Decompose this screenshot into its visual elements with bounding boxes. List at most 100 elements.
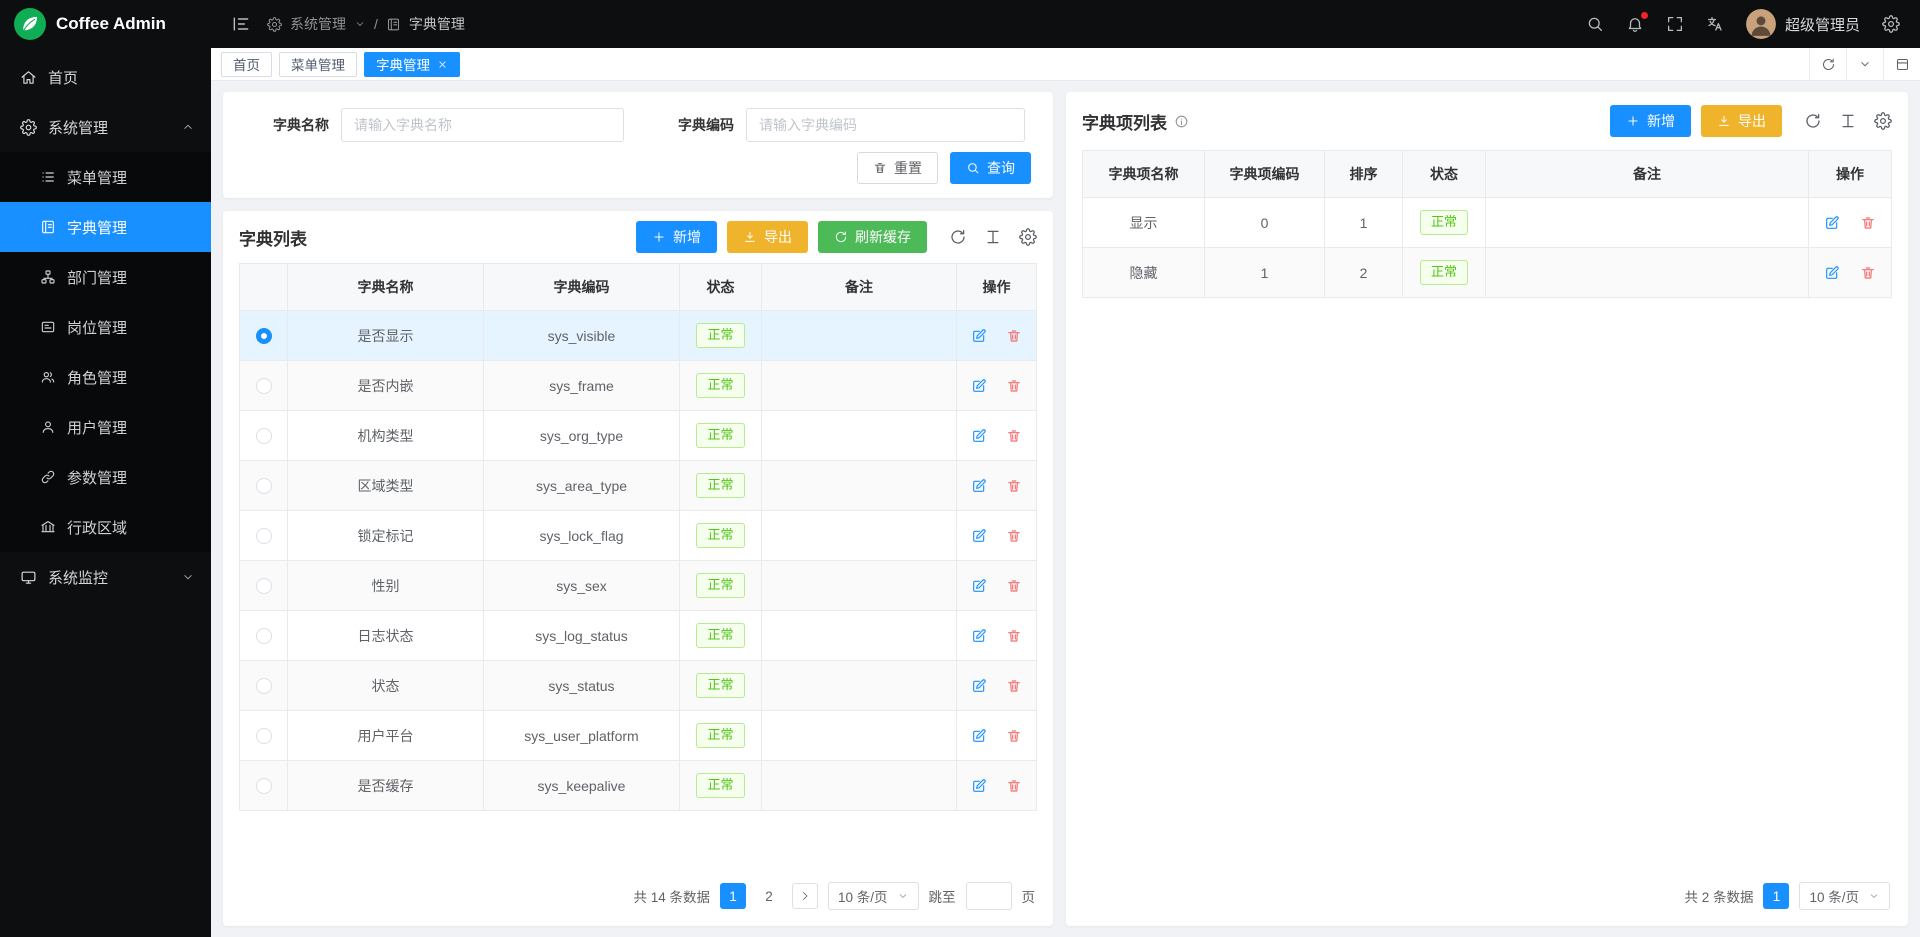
edit-icon[interactable] xyxy=(971,378,987,394)
table-row[interactable]: 锁定标记 sys_lock_flag 正常 xyxy=(240,511,1037,561)
reset-button[interactable]: 重置 xyxy=(857,152,938,184)
tab-dict-mgmt[interactable]: 字典管理 xyxy=(364,52,460,77)
jump-page-input[interactable] xyxy=(966,882,1012,910)
delete-icon[interactable] xyxy=(1006,478,1022,494)
delete-icon[interactable] xyxy=(1860,215,1876,231)
row-radio[interactable] xyxy=(256,728,272,744)
menu-fold-icon[interactable] xyxy=(231,14,251,34)
export-items-button[interactable]: 导出 xyxy=(1701,105,1782,137)
edit-icon[interactable] xyxy=(971,678,987,694)
status-badge: 正常 xyxy=(1420,210,1468,234)
page-button-1[interactable]: 1 xyxy=(1763,883,1789,909)
edit-icon[interactable] xyxy=(971,628,987,644)
sidebar-item-user-mgmt[interactable]: 用户管理 xyxy=(0,402,211,452)
table-row[interactable]: 是否显示 sys_visible 正常 xyxy=(240,311,1037,361)
notifications-button[interactable] xyxy=(1626,15,1644,33)
page-size-select[interactable]: 10 条/页 xyxy=(1799,882,1890,910)
table-row[interactable]: 区域类型 sys_area_type 正常 xyxy=(240,461,1037,511)
refresh-icon[interactable] xyxy=(949,228,967,246)
edit-icon[interactable] xyxy=(1824,215,1840,231)
sidebar-group-system[interactable]: 系统管理 xyxy=(0,102,211,152)
table-row[interactable]: 显示 0 1 正常 xyxy=(1083,198,1892,248)
delete-icon[interactable] xyxy=(1006,328,1022,344)
add-item-button[interactable]: 新增 xyxy=(1610,105,1691,137)
edit-icon[interactable] xyxy=(971,428,987,444)
sidebar-item-dict-mgmt[interactable]: 字典管理 xyxy=(0,202,211,252)
delete-icon[interactable] xyxy=(1006,428,1022,444)
page-button-2[interactable]: 2 xyxy=(756,883,782,909)
info-icon[interactable] xyxy=(1174,114,1189,129)
edit-icon[interactable] xyxy=(971,328,987,344)
delete-icon[interactable] xyxy=(1006,678,1022,694)
row-radio[interactable] xyxy=(256,328,272,344)
dict-name-input[interactable] xyxy=(341,108,624,142)
edit-icon[interactable] xyxy=(971,528,987,544)
sidebar-item-menu-mgmt[interactable]: 菜单管理 xyxy=(0,152,211,202)
row-radio[interactable] xyxy=(256,678,272,694)
refresh-cache-button[interactable]: 刷新缓存 xyxy=(818,221,927,253)
tab-bar: 首页 菜单管理 字典管理 xyxy=(211,48,1920,81)
sidebar-item-dept-mgmt[interactable]: 部门管理 xyxy=(0,252,211,302)
table-row[interactable]: 是否缓存 sys_keepalive 正常 xyxy=(240,761,1037,811)
row-radio[interactable] xyxy=(256,428,272,444)
leaf-logo-icon xyxy=(14,8,46,40)
layout-toggle-button[interactable] xyxy=(1883,48,1920,80)
column-settings-icon[interactable] xyxy=(1839,112,1857,130)
sidebar-item-param-mgmt[interactable]: 参数管理 xyxy=(0,452,211,502)
page-button-1[interactable]: 1 xyxy=(720,883,746,909)
fullscreen-icon[interactable] xyxy=(1666,15,1684,33)
tab-home[interactable]: 首页 xyxy=(221,52,272,77)
table-row[interactable]: 用户平台 sys_user_platform 正常 xyxy=(240,711,1037,761)
close-icon[interactable] xyxy=(437,59,448,70)
user-menu[interactable]: 超级管理员 xyxy=(1746,9,1860,39)
delete-icon[interactable] xyxy=(1006,528,1022,544)
delete-icon[interactable] xyxy=(1006,578,1022,594)
table-row[interactable]: 日志状态 sys_log_status 正常 xyxy=(240,611,1037,661)
table-row[interactable]: 是否内嵌 sys_frame 正常 xyxy=(240,361,1037,411)
table-row[interactable]: 隐藏 1 2 正常 xyxy=(1083,248,1892,298)
row-radio[interactable] xyxy=(256,778,272,794)
edit-icon[interactable] xyxy=(971,478,987,494)
row-radio[interactable] xyxy=(256,578,272,594)
export-button[interactable]: 导出 xyxy=(727,221,808,253)
query-button[interactable]: 查询 xyxy=(950,152,1031,184)
sidebar-item-post-mgmt[interactable]: 岗位管理 xyxy=(0,302,211,352)
delete-icon[interactable] xyxy=(1006,628,1022,644)
tab-refresh-button[interactable] xyxy=(1809,48,1846,80)
page-size-select[interactable]: 10 条/页 xyxy=(828,882,919,910)
row-radio[interactable] xyxy=(256,478,272,494)
column-settings-icon[interactable] xyxy=(984,228,1002,246)
translate-icon[interactable] xyxy=(1706,15,1724,33)
edit-icon[interactable] xyxy=(971,578,987,594)
sidebar-item-role-mgmt[interactable]: 角色管理 xyxy=(0,352,211,402)
avatar xyxy=(1746,9,1776,39)
sidebar-group-monitor[interactable]: 系统监控 xyxy=(0,552,211,602)
search-icon[interactable] xyxy=(1586,15,1604,33)
delete-icon[interactable] xyxy=(1860,265,1876,281)
delete-icon[interactable] xyxy=(1006,728,1022,744)
status-badge: 正常 xyxy=(696,423,744,447)
edit-icon[interactable] xyxy=(971,728,987,744)
dict-code-input[interactable] xyxy=(746,108,1025,142)
table-row[interactable]: 机构类型 sys_org_type 正常 xyxy=(240,411,1037,461)
delete-icon[interactable] xyxy=(1006,378,1022,394)
edit-icon[interactable] xyxy=(971,778,987,794)
table-row[interactable]: 性别 sys_sex 正常 xyxy=(240,561,1037,611)
row-radio[interactable] xyxy=(256,528,272,544)
add-button[interactable]: 新增 xyxy=(636,221,717,253)
table-settings-gear-icon[interactable] xyxy=(1019,228,1037,246)
row-radio[interactable] xyxy=(256,628,272,644)
table-settings-gear-icon[interactable] xyxy=(1874,112,1892,130)
settings-gear-icon[interactable] xyxy=(1882,15,1900,33)
sidebar-item-home[interactable]: 首页 xyxy=(0,52,211,102)
sidebar-item-region-mgmt[interactable]: 行政区域 xyxy=(0,502,211,552)
row-radio[interactable] xyxy=(256,378,272,394)
refresh-icon[interactable] xyxy=(1804,112,1822,130)
delete-icon[interactable] xyxy=(1006,778,1022,794)
breadcrumb-parent[interactable]: 系统管理 xyxy=(290,14,346,34)
next-page-button[interactable] xyxy=(792,883,818,909)
edit-icon[interactable] xyxy=(1824,265,1840,281)
tab-actions-dropdown[interactable] xyxy=(1846,48,1883,80)
table-row[interactable]: 状态 sys_status 正常 xyxy=(240,661,1037,711)
tab-menu-mgmt[interactable]: 菜单管理 xyxy=(279,52,357,77)
